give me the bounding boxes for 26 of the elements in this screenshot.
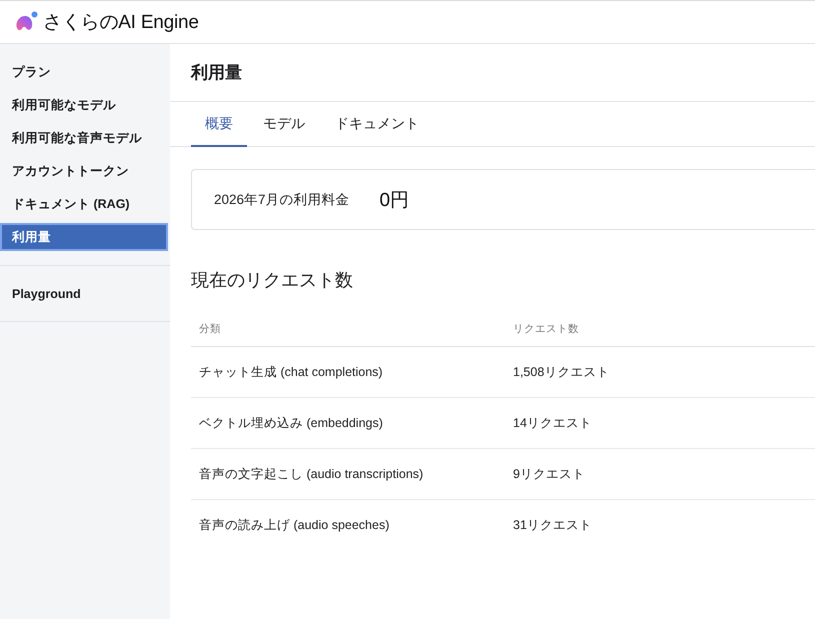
table-cell: 9リクエスト — [505, 448, 815, 500]
column-header: 分類 — [191, 311, 505, 346]
table-cell: 31リクエスト — [505, 500, 815, 550]
sidebar-item[interactable]: アカウントトークン — [0, 157, 168, 185]
table-cell: 1,508リクエスト — [505, 346, 815, 398]
section-heading: 現在のリクエスト数 — [191, 269, 354, 292]
table-cell: チャット生成 (chat completions) — [191, 346, 505, 398]
tab[interactable]: ドキュメント — [321, 102, 433, 147]
logo-icon — [15, 11, 39, 33]
billing-amount: 0円 — [380, 188, 410, 212]
page-title: 利用量 — [191, 62, 242, 84]
column-header: リクエスト数 — [505, 311, 815, 346]
sidebar-item[interactable]: プラン — [0, 58, 168, 86]
table-cell: 音声の文字起こし (audio transcriptions) — [191, 448, 505, 500]
sidebar-item[interactable]: ドキュメント (RAG) — [0, 190, 168, 218]
billing-label: 2026年7月の利用料金 — [214, 190, 350, 208]
table-cell: ベクトル埋め込み (embeddings) — [191, 398, 505, 448]
table-cell: 14リクエスト — [505, 398, 815, 448]
tab[interactable]: モデル — [249, 102, 319, 147]
sidebar-item[interactable]: 利用量 — [0, 223, 168, 251]
sidebar-item[interactable]: Playground — [0, 280, 168, 308]
tab[interactable]: 概要 — [191, 102, 247, 147]
sidebar-item[interactable]: 利用可能な音声モデル — [0, 124, 168, 152]
app-name: さくらのAI Engine — [43, 11, 199, 35]
sidebar-item[interactable]: 利用可能なモデル — [0, 91, 168, 119]
table-cell: 音声の読み上げ (audio speeches) — [191, 500, 505, 550]
